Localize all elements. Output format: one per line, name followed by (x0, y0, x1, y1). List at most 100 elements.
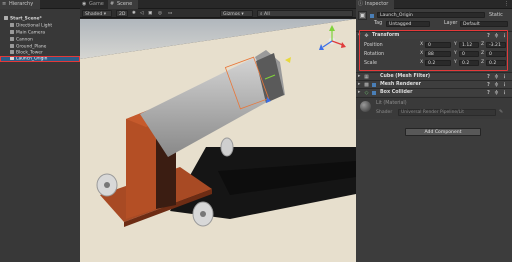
search-icon: ⌕ (260, 12, 263, 17)
gizmos-dropdown[interactable]: Gizmos ▾ (220, 10, 253, 17)
edit-icon[interactable]: ✎ (499, 109, 503, 115)
hidden-objects-toggle[interactable]: ◎ (156, 10, 164, 17)
gameobject-icon (10, 44, 14, 48)
lighting-toggle[interactable]: ✺ (130, 10, 138, 17)
static-label[interactable]: Static (489, 12, 503, 19)
audio-toggle[interactable]: ◁ (138, 10, 146, 17)
hierarchy-item-label: Main Camera (16, 30, 46, 36)
component-title: Mesh Renderer (380, 82, 422, 87)
material-section: Lit (Material) Shader Universal Render P… (356, 97, 512, 119)
preset-icon[interactable]: ≑ (494, 82, 499, 88)
shader-value: Universal Render Pipeline/Lit (401, 110, 464, 115)
tab-scene-label: Scene (117, 1, 133, 7)
help-icon[interactable]: ? (486, 90, 491, 96)
box-collider-header[interactable]: ▸ ◇ Box Collider ? ≑ ⋮ (356, 88, 512, 96)
tab-game[interactable]: ◉ Game (80, 0, 108, 9)
add-component-button[interactable]: Add Component (405, 128, 481, 136)
expand-arrow-icon: ▸ (358, 90, 361, 95)
box-collider-icon: ◇ (364, 89, 369, 96)
tag-layer-row: Tag Untagged Layer Default (356, 20, 512, 27)
inspector-tabbar: ⓘ Inspector ⋮ (356, 0, 512, 9)
mesh-renderer-header[interactable]: ▸ ▩ Mesh Renderer ? ≑ ⋮ (356, 80, 512, 88)
component-title: Box Collider (380, 90, 413, 95)
object-name-value: Launch_Origin (380, 13, 413, 18)
hierarchy-panel: ≡ Hierarchy Start_Scene* Directional Lig… (0, 0, 80, 262)
component-enabled-checkbox[interactable] (372, 83, 376, 87)
help-icon[interactable]: ? (486, 74, 491, 80)
ground-plane (80, 19, 356, 262)
gameobject-icon (10, 56, 14, 60)
tag-dropdown[interactable]: Untagged (386, 20, 430, 27)
shader-dropdown[interactable]: Universal Render Pipeline/Lit (398, 109, 496, 116)
material-preview-icon (360, 101, 371, 112)
shader-label: Shader (376, 110, 393, 115)
hierarchy-item-label: Block_Tower (16, 50, 43, 56)
scene-tabbar: ◉ Game # Scene (80, 0, 356, 9)
tab-inspector-label: Inspector (365, 1, 389, 7)
transform-highlight-box (359, 30, 508, 71)
scene-icon: # (110, 1, 115, 7)
more-options-icon[interactable]: ⋮ (502, 90, 507, 96)
hierarchy-item-scene[interactable]: Start_Scene* (0, 16, 80, 22)
toggle-2d-label: 2D (119, 12, 126, 17)
component-enabled-checkbox[interactable] (372, 91, 376, 95)
layer-dropdown[interactable]: Default (460, 20, 508, 27)
more-options-icon[interactable]: ⋮ (502, 82, 507, 88)
hierarchy-item-cannon[interactable]: Cannon (0, 37, 80, 43)
hierarchy-item-label: Launch_Origin (16, 56, 48, 62)
hierarchy-item-directional-light[interactable]: Directional Light (0, 23, 80, 29)
wheel-hub (104, 182, 110, 188)
lightbulb-icon: ✺ (132, 11, 136, 16)
add-component-label: Add Component (424, 130, 462, 135)
toggle-2d-button[interactable]: 2D (116, 10, 128, 17)
hierarchy-item-label: Cannon (16, 37, 33, 43)
tag-label: Tag (374, 21, 383, 26)
material-name: Lit (Material) (376, 101, 407, 106)
chevron-down-icon: ▾ (103, 12, 107, 17)
eye-icon: ◎ (158, 11, 163, 16)
hierarchy-list-icon: ≡ (2, 1, 7, 7)
mesh-renderer-icon: ▩ (364, 81, 369, 88)
tag-value: Untagged (389, 21, 412, 27)
gameobject-icon (10, 37, 14, 41)
preset-icon[interactable]: ≑ (494, 74, 499, 80)
hierarchy-item-label: Start_Scene* (10, 16, 42, 22)
search-filter-label: All (264, 12, 270, 17)
active-checkbox[interactable] (370, 13, 374, 18)
layer-label: Layer (444, 21, 458, 26)
speaker-icon: ◁ (140, 11, 144, 16)
mesh-filter-icon: ▦ (364, 73, 369, 80)
hierarchy-item-label: Directional Light (16, 23, 53, 29)
more-options-icon[interactable]: ⋮ (502, 74, 507, 80)
scene-viewport[interactable] (80, 19, 356, 262)
help-icon[interactable]: ? (486, 82, 491, 88)
preset-icon[interactable]: ≑ (494, 90, 499, 96)
shading-mode-label: Shaded (85, 12, 103, 17)
wheel-rear (220, 137, 234, 157)
gameobject-icon (10, 50, 14, 54)
info-icon: ⓘ (358, 1, 364, 7)
scene-search-input[interactable]: ⌕ All (257, 10, 353, 17)
hierarchy-item-launch-origin[interactable]: Launch_Origin (0, 56, 80, 62)
more-options-icon[interactable]: ⋮ (504, 0, 509, 9)
scene-render (80, 19, 356, 262)
effects-toggle[interactable]: ▣ (146, 10, 154, 17)
hierarchy-item-main-camera[interactable]: Main Camera (0, 30, 80, 36)
mesh-filter-header[interactable]: ▸ ▦ Cube (Mesh Filter) ? ≑ ⋮ (356, 72, 512, 80)
effects-icon: ▣ (148, 11, 153, 16)
scene-toolbar: Shaded ▾ 2D ✺ ◁ ▣ ◎ ▭ Gizmos ▾ ⌕ All (80, 9, 356, 18)
object-header-row: Launch_Origin Static (356, 12, 512, 19)
scene-camera-menu[interactable]: ▭ (166, 10, 174, 17)
gamepad-icon: ◉ (82, 1, 87, 7)
object-name-input[interactable]: Launch_Origin (377, 12, 485, 18)
hierarchy-item-label: Ground_Plane (16, 44, 47, 50)
chevron-down-icon: ▾ (241, 12, 244, 17)
component-title: Cube (Mesh Filter) (380, 74, 431, 79)
scene-panel: ◉ Game # Scene Shaded ▾ 2D ✺ ◁ ▣ ◎ ▭ Giz… (80, 0, 356, 262)
tab-scene[interactable]: # Scene (108, 0, 138, 9)
tab-inspector[interactable]: ⓘ Inspector (356, 0, 394, 9)
gameobject-icon (10, 23, 14, 27)
shading-mode-dropdown[interactable]: Shaded ▾ (82, 10, 112, 17)
tab-hierarchy[interactable]: ≡ Hierarchy (0, 0, 40, 9)
scene-icon (4, 16, 8, 20)
